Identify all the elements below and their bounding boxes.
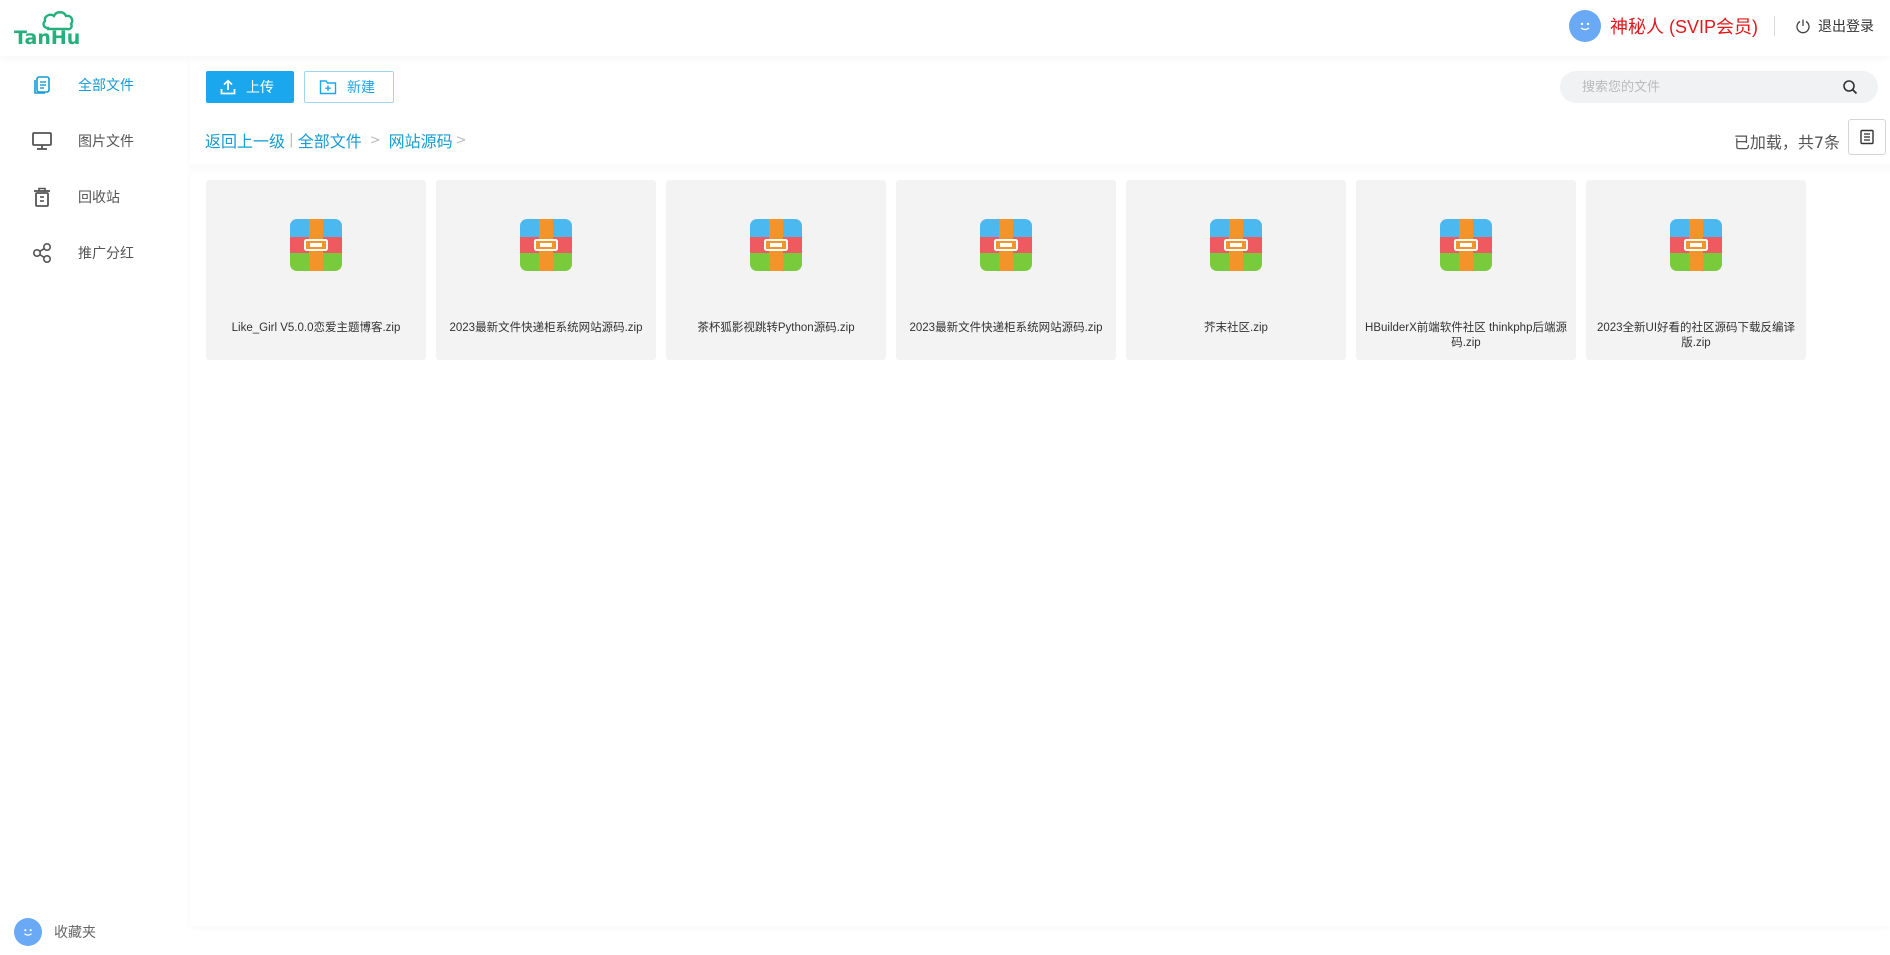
sidebar-item-recycle-bin[interactable]: 回收站 [30,182,120,212]
user-avatar[interactable] [1568,10,1601,42]
username-label[interactable]: 神秘人 (SVIP会员) [1610,13,1758,39]
search-input[interactable] [1582,71,1822,103]
share-icon [30,241,54,265]
zip-archive-icon [520,219,572,271]
zip-archive-icon [290,219,342,271]
zip-archive-icon [1210,219,1262,271]
header-divider [1774,16,1775,36]
user-area: 神秘人 (SVIP会员) 退出登录 [1568,10,1874,42]
files-icon [30,73,54,97]
sidebar-item-promotion[interactable]: 推广分红 [30,238,134,268]
file-card[interactable]: Like_Girl V5.0.0恋爱主题博客.zip [206,180,426,360]
breadcrumb-arrow: > [455,132,467,148]
file-name: 2023全新UI好看的社区源码下载反编译版.zip [1596,322,1796,349]
upload-label: 上传 [246,80,274,96]
back-link[interactable]: 返回上一级 [205,128,285,152]
sidebar-item-label: 全部文件 [78,78,134,94]
search-box [1560,71,1878,103]
sidebar-item-label: 图片文件 [78,134,134,150]
power-icon [1795,18,1811,34]
file-card[interactable]: 茶杯狐影视跳转Python源码.zip [666,180,886,360]
sidebar-item-images[interactable]: 图片文件 [30,126,134,156]
list-view-icon [1859,129,1875,145]
zip-archive-icon [1440,219,1492,271]
file-card[interactable]: 2023全新UI好看的社区源码下载反编译版.zip [1586,180,1806,360]
file-card[interactable]: HBuilderX前端软件社区 thinkphp后端源码.zip [1356,180,1576,360]
upload-button[interactable]: 上传 [206,71,294,103]
new-folder-icon [319,79,337,95]
favorites-label: 收藏夹 [54,925,96,941]
view-toggle-button[interactable] [1848,119,1886,155]
top-header: TanHu 神秘人 (SVIP会员) 退出登录 [0,0,1890,56]
svg-text:TanHu: TanHu [14,27,80,48]
favorites-avatar-icon [14,918,42,946]
logout-button[interactable]: 退出登录 [1795,16,1874,36]
new-folder-button[interactable]: 新建 [304,71,394,103]
zip-archive-icon [750,219,802,271]
file-name: 茶杯狐影视跳转Python源码.zip [697,322,855,334]
breadcrumb-separator: | [289,132,294,148]
tanhu-logo[interactable]: TanHu [14,6,88,48]
zip-archive-icon [980,219,1032,271]
favorites-button[interactable]: 收藏夹 [14,918,96,946]
file-card[interactable]: 2023最新文件快递柜系统网站源码.zip [896,180,1116,360]
toolbar-divider [190,164,1890,176]
search-icon[interactable] [1842,79,1858,99]
loaded-count: 已加载，共7条 [1733,133,1840,152]
breadcrumb: 返回上一级 | 全部文件 > 网站源码 > [205,128,475,152]
monitor-icon [30,129,54,153]
sidebar-item-label: 回收站 [78,190,120,206]
logout-label: 退出登录 [1818,19,1874,35]
breadcrumb-item-current[interactable]: 网站源码 [389,128,453,152]
sidebar-item-label: 推广分红 [78,246,134,262]
file-name: HBuilderX前端软件社区 thinkphp后端源码.zip [1365,322,1567,349]
file-name: 2023最新文件快递柜系统网站源码.zip [449,322,643,334]
file-name: 芥末社区.zip [1204,322,1268,334]
file-card[interactable]: 芥末社区.zip [1126,180,1346,360]
breadcrumb-arrow: > [369,132,381,148]
sidebar: 全部文件 图片文件 回收站 推广分红 收藏夹 [0,56,190,955]
breadcrumb-item-all-files[interactable]: 全部文件 [298,128,362,152]
trash-icon [30,185,54,209]
sidebar-item-all-files[interactable]: 全部文件 [30,70,134,100]
file-grid: Like_Girl V5.0.0恋爱主题博客.zip 2023最新文件快递柜系统… [206,180,1816,360]
zip-archive-icon [1670,219,1722,271]
new-label: 新建 [347,80,375,96]
upload-icon [220,79,236,95]
file-name: Like_Girl V5.0.0恋爱主题博客.zip [231,322,401,334]
file-name: 2023最新文件快递柜系统网站源码.zip [909,322,1103,334]
file-card[interactable]: 2023最新文件快递柜系统网站源码.zip [436,180,656,360]
main-content: 上传 新建 返回上一级 | 全部文件 > 网站源码 > 已加载，共7条 [190,56,1890,926]
